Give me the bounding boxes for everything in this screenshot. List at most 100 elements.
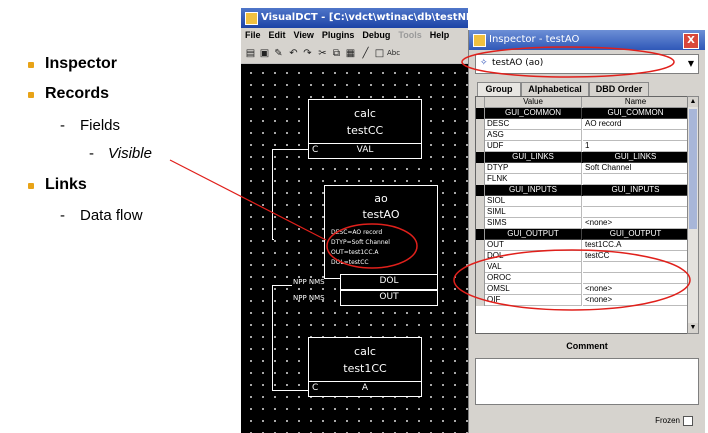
table-row[interactable]: ASG [476,130,688,141]
copy-icon[interactable]: ⧉ [330,47,343,60]
cell-value[interactable]: ASG [485,130,582,141]
table-scrollbar[interactable]: ▲ ▼ [687,96,699,334]
cell-value[interactable]: UDF [485,141,582,152]
field-a[interactable]: C A [308,381,422,397]
bullet-dataflow: Data flow [80,207,143,224]
window-title: VisualDCT - [C:\vdct\wtinac\db\testNPD.v… [261,12,468,23]
frozen-label: Frozen [655,416,680,426]
cell-name[interactable]: <none> [583,284,688,295]
sort-icon[interactable] [476,97,485,108]
cell-value[interactable]: SIMS [485,218,582,229]
paste-icon[interactable]: ▦ [344,47,357,60]
undo-icon[interactable]: ↶ [287,47,300,60]
line-tool-icon[interactable]: ╱ [359,47,372,60]
cell-value[interactable]: OMSL [485,284,582,295]
open-icon[interactable]: ▤ [244,47,257,60]
table-row[interactable]: SIMS <none> [476,218,688,229]
row-marker [476,174,485,185]
cell-value[interactable]: OIF [485,295,582,306]
tab-dbd-order[interactable]: DBD Order [589,82,649,96]
cell-name[interactable] [583,174,688,185]
menu-debug[interactable]: Debug [358,28,394,40]
frozen-toggle[interactable]: Frozen [655,416,693,426]
field-dol[interactable]: DOL [340,274,438,290]
cell-name[interactable]: test1CC.A [583,240,688,251]
cell-value[interactable]: VAL [485,262,582,273]
table-row[interactable]: VAL [476,262,688,273]
menu-help[interactable]: Help [426,28,454,40]
cell-name[interactable]: GUI_COMMON [583,108,688,119]
cell-name[interactable] [583,130,688,141]
menu-view[interactable]: View [290,28,318,40]
cell-name[interactable]: testCC [583,251,688,262]
menu-plugins[interactable]: Plugins [318,28,359,40]
table-row[interactable]: OIF <none> [476,295,688,306]
row-marker [476,196,485,207]
text-tool-icon[interactable]: Abc [387,47,400,60]
field-out[interactable]: OUT [340,290,438,306]
cell-name[interactable] [583,273,688,284]
table-row[interactable]: SIML [476,207,688,218]
cut-icon[interactable]: ✂ [316,47,329,60]
cell-value[interactable]: OROC [485,273,582,284]
table-row[interactable]: DESC AO record [476,119,688,130]
comment-textarea[interactable] [475,358,699,405]
box-tool-icon[interactable]: □ [373,47,386,60]
cell-name[interactable]: AO record [583,119,688,130]
cell-value[interactable]: GUI_INPUTS [485,185,582,196]
table-row[interactable]: FLNK [476,174,688,185]
cell-name[interactable] [583,196,688,207]
tab-group[interactable]: Group [477,82,521,96]
table-row[interactable]: DTYP Soft Channel [476,163,688,174]
table-row[interactable]: OROC [476,273,688,284]
frozen-checkbox[interactable] [683,416,693,426]
cell-value[interactable]: DTYP [485,163,582,174]
record-testAO[interactable]: ao testAO DESC=AO record DTYP=Soft Chann… [324,185,438,279]
cell-name[interactable]: <none> [583,218,688,229]
menu-file[interactable]: File [241,28,265,40]
cell-name[interactable]: 1 [583,141,688,152]
table-row[interactable]: SIOL [476,196,688,207]
cell-name[interactable]: GUI_INPUTS [583,185,688,196]
save-icon[interactable]: ▣ [258,47,271,60]
column-header-value[interactable]: Value [485,97,582,108]
drawing-canvas[interactable]: calc testCC C VAL ao testAO DESC=AO reco… [241,64,468,433]
scroll-thumb[interactable] [689,109,697,229]
menu-tools[interactable]: Tools [394,28,425,40]
cell-value[interactable]: DESC [485,119,582,130]
field-val[interactable]: C VAL [308,143,422,159]
cell-value[interactable]: GUI_LINKS [485,152,582,163]
column-header-name[interactable]: Name [583,97,688,108]
cell-value[interactable]: SIOL [485,196,582,207]
link-marker: C [312,383,319,393]
table-row[interactable]: UDF 1 [476,141,688,152]
scroll-down-icon[interactable]: ▼ [688,323,698,333]
cell-value[interactable]: FLNK [485,174,582,185]
cell-value[interactable]: SIML [485,207,582,218]
tab-alphabetical[interactable]: Alphabetical [521,82,589,96]
redo-icon[interactable]: ↷ [301,47,314,60]
group-header-row: GUI_COMMON GUI_COMMON [476,108,688,119]
cell-name[interactable]: GUI_OUTPUT [583,229,688,240]
record-name: test1CC [343,362,387,375]
cell-value[interactable]: GUI_COMMON [485,108,582,119]
cell-value[interactable]: OUT [485,240,582,251]
pencil-icon[interactable]: ✎ [272,47,285,60]
cell-name[interactable]: GUI_LINKS [583,152,688,163]
cell-value[interactable]: DOL [485,251,582,262]
menu-edit[interactable]: Edit [265,28,290,40]
cell-value[interactable]: GUI_OUTPUT [485,229,582,240]
table-row[interactable]: OMSL <none> [476,284,688,295]
cell-name[interactable]: <none> [583,295,688,306]
chevron-down-icon[interactable]: ▼ [688,59,694,68]
scroll-up-icon[interactable]: ▲ [688,97,698,107]
cell-name[interactable] [583,262,688,273]
close-icon[interactable]: X [683,33,699,49]
cell-name[interactable]: Soft Channel [583,163,688,174]
table-row[interactable]: OUT test1CC.A [476,240,688,251]
toolbar: ▤ ▣ ✎ ↶ ↷ ✂ ⧉ ▦ ╱ □ Abc [241,45,468,63]
cell-name[interactable] [583,207,688,218]
record-select[interactable]: ✧ testAO (ao) ▼ [475,54,699,74]
row-marker [476,284,485,295]
table-row[interactable]: DOL testCC [476,251,688,262]
